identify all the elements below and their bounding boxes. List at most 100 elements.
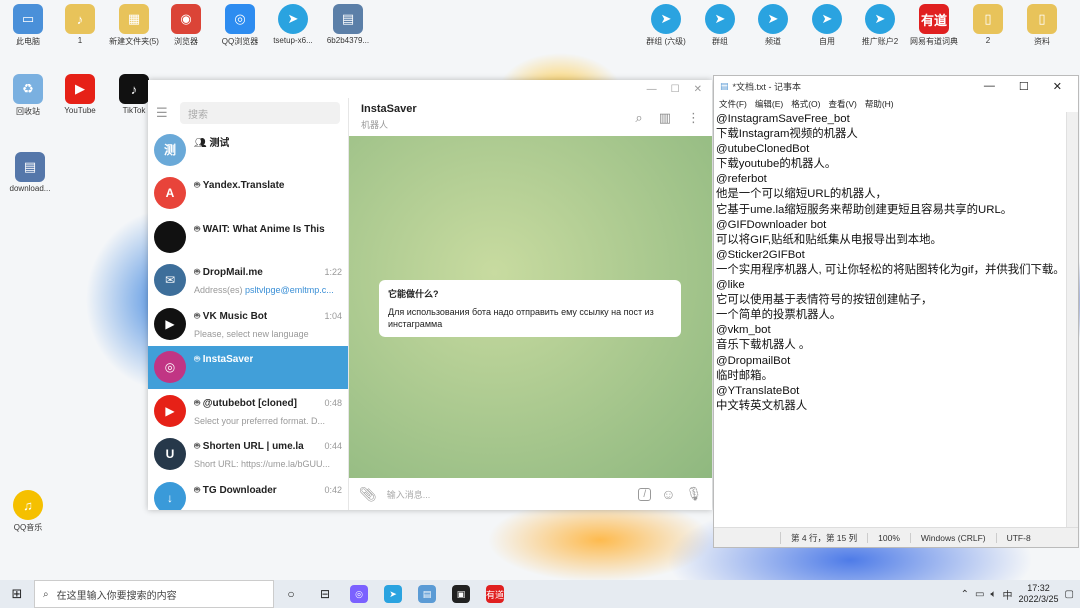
taskbar-app[interactable]: ○ bbox=[274, 580, 308, 608]
desktop-icon-browser[interactable]: ◉ 浏览器 bbox=[158, 4, 214, 47]
desktop-icon-label: 浏览器 bbox=[174, 37, 198, 46]
attach-icon[interactable]: 📎︎ bbox=[359, 486, 377, 503]
close-icon[interactable]: ✕ bbox=[1053, 80, 1062, 93]
minimize-icon[interactable]: — bbox=[647, 84, 657, 95]
desktop-icon-file[interactable]: ♪ 1 bbox=[52, 4, 108, 45]
notepad-menubar: 文件(F) 编辑(E) 格式(O) 查看(V) 帮助(H) bbox=[714, 96, 1078, 112]
desktop-icon-file[interactable]: ▯ 2 bbox=[960, 4, 1016, 45]
menu-item[interactable]: 编辑(E) bbox=[755, 98, 783, 110]
volume-icon[interactable]: 🔈︎ bbox=[991, 589, 997, 600]
bubble-body: Для использования бота надо отправить ем… bbox=[388, 307, 654, 329]
search-input[interactable]: 搜索 bbox=[180, 102, 340, 124]
computer-icon: ▭ bbox=[13, 4, 43, 34]
desktop-icon-label: 新建文件夹(5) bbox=[109, 37, 159, 46]
desktop-icon-label: 推广账户2 bbox=[861, 37, 899, 46]
text-line: 下载Instagram视频的机器人 bbox=[716, 128, 858, 141]
chat-item[interactable]: ✉ 🤖︎ DropMail.me 1:22 Address(es) psltvlpge… bbox=[148, 259, 348, 303]
chat-item[interactable]: 🤖︎ WAIT: What Anime Is This ​ bbox=[148, 215, 348, 259]
desktop-icon-label: 6b2b4379... bbox=[326, 36, 370, 45]
cursor-position: 第 4 行，第 15 列 bbox=[780, 531, 867, 544]
taskbar-app[interactable]: ▣ bbox=[444, 580, 478, 608]
search-icon[interactable]: ⌕ bbox=[635, 110, 642, 126]
bot-icon: 🤖︎ bbox=[194, 267, 203, 279]
chat-item[interactable]: ▶ 🤖︎ @utubebot [cloned] 0:48 Select your pr… bbox=[148, 389, 348, 433]
bot-icon: 🤖︎ bbox=[194, 484, 203, 496]
more-icon[interactable]: ⋮ bbox=[687, 110, 700, 126]
ime-indicator[interactable]: 中 bbox=[1003, 587, 1013, 602]
file-icon: ▯ bbox=[973, 4, 1003, 34]
chat-header[interactable]: InstaSaver 机器人 ⌕ ▥ ⋮ bbox=[349, 98, 712, 136]
menu-item[interactable]: 查看(V) bbox=[828, 98, 856, 110]
desktop-icon-telegram[interactable]: ➤ 频道 bbox=[745, 4, 801, 47]
chat-item[interactable]: A 🤖︎ Yandex.Translate ​ bbox=[148, 172, 348, 216]
menu-item[interactable]: 文件(F) bbox=[719, 98, 747, 110]
desktop-icon-telegram[interactable]: ➤ 推广账户2 bbox=[852, 4, 908, 47]
maximize-icon[interactable]: ☐ bbox=[671, 84, 680, 95]
chat-item[interactable]: ▶ 🤖︎ VK Music Bot 1:04 Please, select new l… bbox=[148, 302, 348, 346]
taskbar-app[interactable]: 有道 bbox=[478, 580, 512, 608]
chat-time: 0:44 bbox=[324, 441, 342, 452]
recycle-bin-icon: ♻ bbox=[13, 74, 43, 104]
bot-command-icon[interactable]: / bbox=[638, 487, 652, 501]
taskbar-search[interactable]: ⌕ 在这里输入你要搜索的内容 bbox=[34, 580, 274, 608]
menu-item[interactable]: 帮助(H) bbox=[865, 98, 894, 110]
desktop-icon-telegram[interactable]: ➤ 群组 (六级) bbox=[638, 4, 694, 47]
clock[interactable]: 17:32 2022/3/25 bbox=[1019, 583, 1059, 605]
telegram-icon: ➤ bbox=[705, 4, 735, 34]
text-line: @InstagramSaveFree_bot bbox=[716, 113, 850, 125]
chat-item[interactable]: ◎ 🤖︎ InstaSaver ​ bbox=[148, 345, 348, 389]
desktop-icon-qq-music[interactable]: ♫ QQ音乐 bbox=[0, 490, 56, 533]
menu-item[interactable]: 格式(O) bbox=[791, 98, 820, 110]
taskbar-apps: ○ ⊟ ◎ ➤ ▤ ▣ 有道 bbox=[274, 580, 512, 608]
notepad-window: ▤ *文档.txt - 记事本 — ☐ ✕ 文件(F) 编辑(E) 格式(O) 查看(… bbox=[713, 75, 1079, 548]
sidebar-toggle-icon[interactable]: ▥ bbox=[659, 110, 671, 126]
windows-start-icon[interactable]: ⊞ bbox=[0, 586, 34, 602]
taskbar-app[interactable]: ▤ bbox=[410, 580, 444, 608]
chat-preview: ​ bbox=[194, 198, 342, 208]
message-input[interactable]: 输入消息... bbox=[387, 488, 629, 501]
browser-icon: ◉ bbox=[171, 4, 201, 34]
vertical-scrollbar[interactable] bbox=[1066, 112, 1078, 527]
taskbar-app[interactable]: ⊟ bbox=[308, 580, 342, 608]
desktop-icon-youdao[interactable]: 有道 网易有道词典 bbox=[906, 4, 962, 47]
taskbar-app[interactable]: ◎ bbox=[342, 580, 376, 608]
desktop-icon-image-file[interactable]: ▤ 6b2b4379... bbox=[320, 4, 376, 45]
network-icon[interactable]: ▭ bbox=[975, 589, 984, 600]
zoom-level: 100% bbox=[867, 532, 910, 543]
chat-time: 1:22 bbox=[324, 267, 342, 278]
chat-preview: ​ bbox=[194, 372, 342, 382]
desktop-icon-computer[interactable]: ▭ 此电脑 bbox=[0, 4, 56, 47]
desktop-icon-folder[interactable]: ▦ 新建文件夹(5) bbox=[106, 4, 162, 47]
chat-preview: Select your preferred format. D...​ bbox=[194, 416, 342, 426]
desktop-icon-label: 1 bbox=[77, 36, 83, 45]
chevron-up-icon[interactable]: ⌃ bbox=[961, 589, 969, 600]
chat-name: 测试 bbox=[209, 138, 230, 150]
desktop-icon-label: 资料 bbox=[1034, 37, 1050, 46]
notification-icon[interactable]: ▢ bbox=[1065, 589, 1074, 600]
desktop-icon-telegram[interactable]: ➤ 群组 bbox=[692, 4, 748, 47]
text-line: 音乐下载机器人 。 bbox=[716, 339, 811, 352]
chat-item[interactable]: U 🤖︎ Shorten URL | ume.la 0:44 Short URL: h… bbox=[148, 433, 348, 477]
chat-item[interactable]: ↓ 🤖︎ TG Downloader 0:42 ​ bbox=[148, 476, 348, 510]
maximize-icon[interactable]: ☐ bbox=[1019, 80, 1029, 93]
close-icon[interactable]: ✕ bbox=[694, 84, 702, 95]
desktop-icon-folder[interactable]: ▯ 资料 bbox=[1014, 4, 1070, 47]
desktop-icon-recycle-bin[interactable]: ♻ 回收站 bbox=[0, 74, 56, 117]
telegram-icon: ➤ bbox=[812, 4, 842, 34]
chat-item[interactable]: 测 👥︎ 测试 ​ bbox=[148, 128, 348, 172]
menu-icon[interactable]: ☰ bbox=[156, 105, 170, 121]
notepad-text-area[interactable]: @InstagramSaveFree_bot 下载Instagram视频的机器人 @… bbox=[716, 112, 1064, 527]
emoji-icon[interactable]: ☺ bbox=[661, 486, 675, 502]
chat-preview-text: Please, select new language bbox=[194, 328, 309, 339]
folder-icon: ▦ bbox=[119, 4, 149, 34]
desktop-icon-download[interactable]: ▤ download... bbox=[2, 152, 58, 193]
desktop-icon-qq-browser[interactable]: ◎ QQ浏览器 bbox=[212, 4, 268, 47]
text-line: 下载youtube的机器人。 bbox=[716, 158, 837, 171]
minimize-icon[interactable]: — bbox=[984, 80, 995, 93]
taskbar-app[interactable]: ➤ bbox=[376, 580, 410, 608]
desktop-icon-youtube[interactable]: ▶ YouTube bbox=[52, 74, 108, 115]
desktop-icon-telegram[interactable]: ➤ 自用 bbox=[799, 4, 855, 47]
microphone-icon[interactable]: 🎙︎ bbox=[685, 486, 702, 502]
desktop-icon-telegram-setup[interactable]: ➤ tsetup-x6... bbox=[265, 4, 321, 45]
desktop-icon-label: 群组 bbox=[712, 37, 728, 46]
